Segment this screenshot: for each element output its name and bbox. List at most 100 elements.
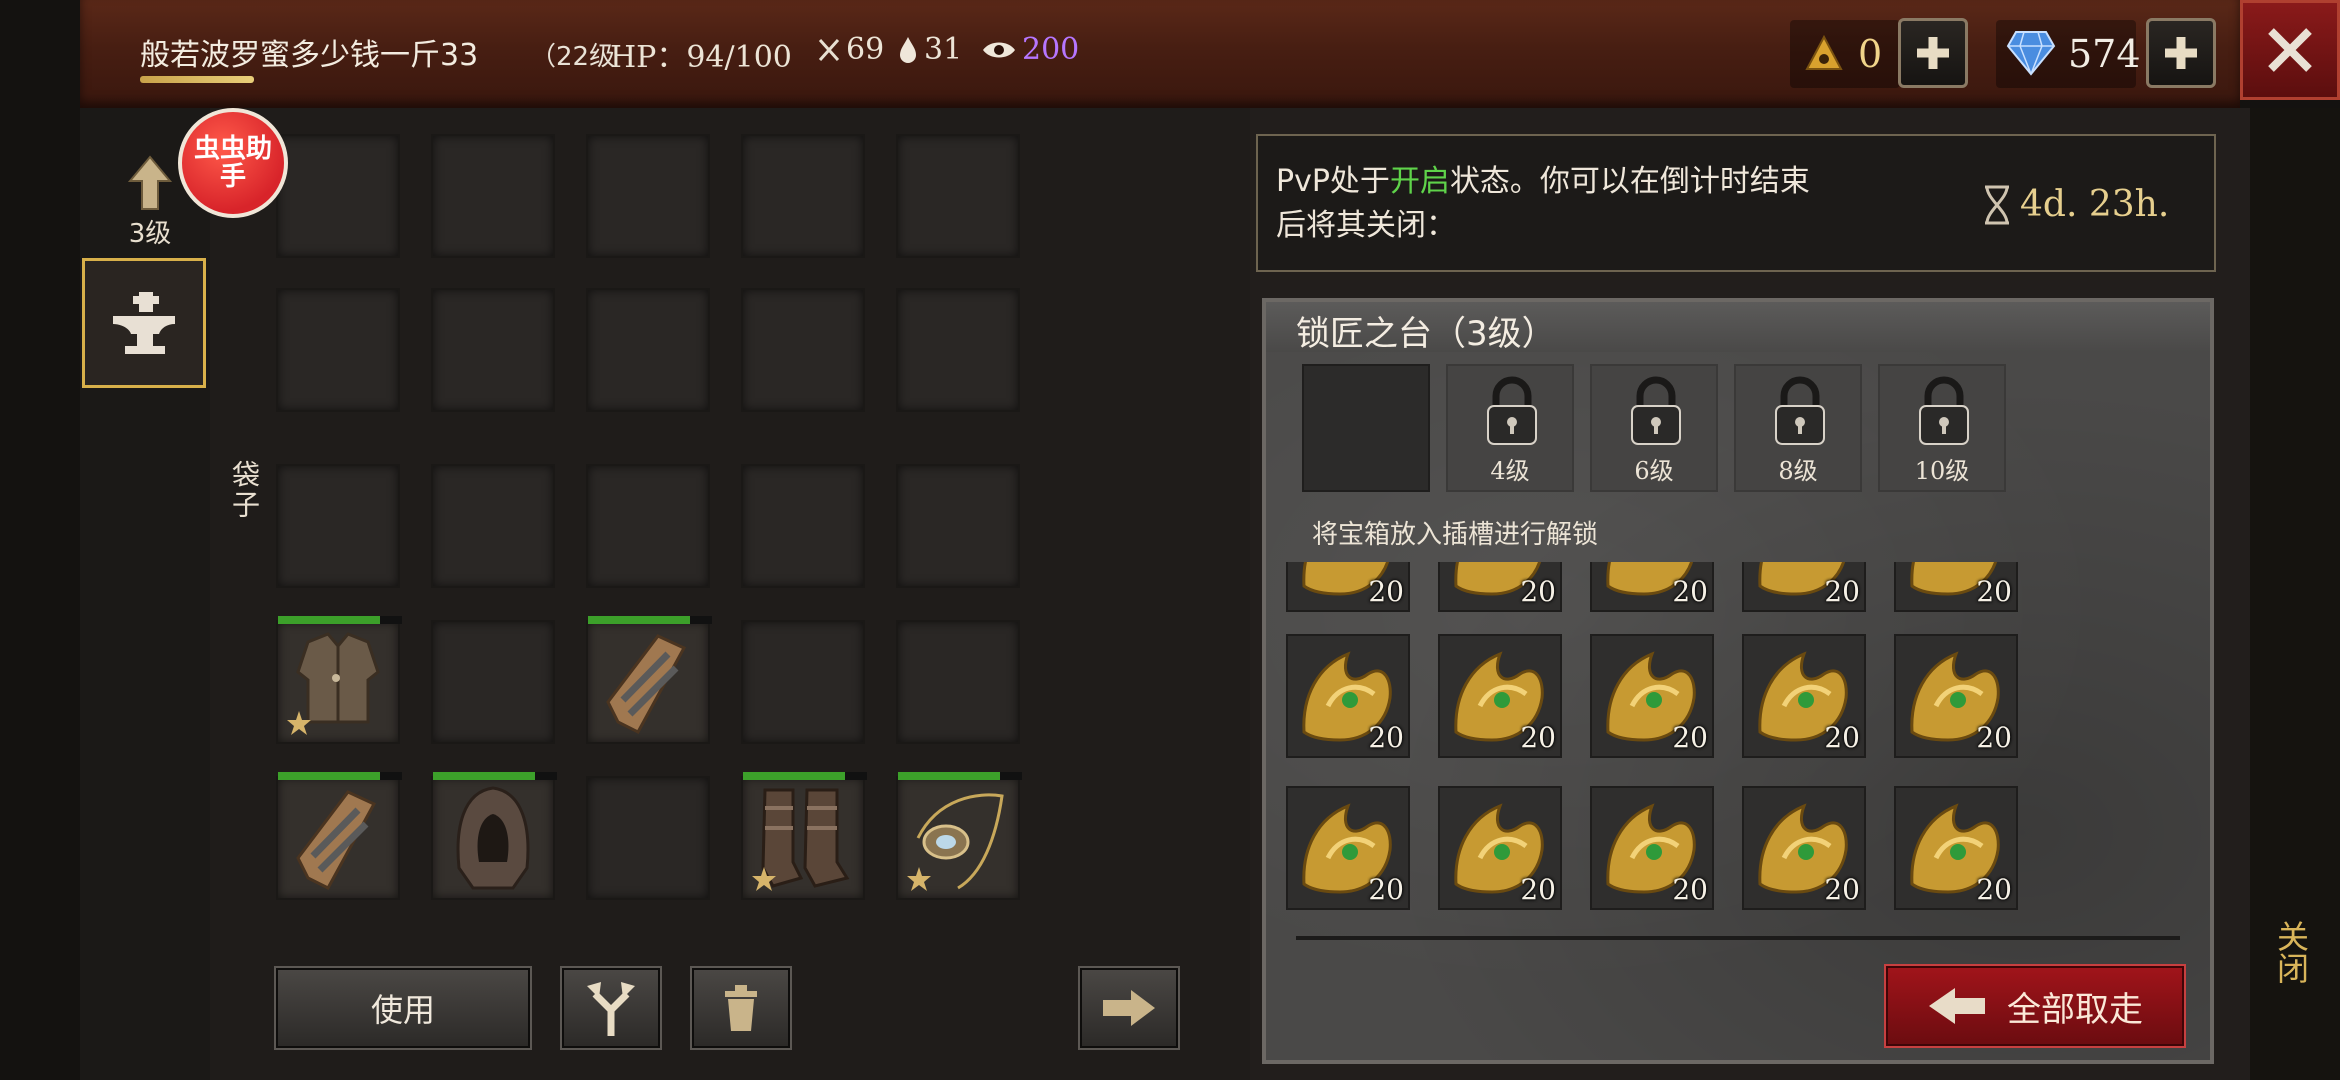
add-triangle-currency-button[interactable] xyxy=(1898,18,1968,88)
arrow-right-icon xyxy=(1103,990,1155,1026)
water-drop-icon xyxy=(900,36,916,63)
inventory-slot-bracer[interactable] xyxy=(276,772,402,900)
hp-value: HP：94/100 xyxy=(610,40,792,75)
transfer-right-button[interactable] xyxy=(1078,966,1180,1050)
player-level: （22级 xyxy=(530,42,616,72)
add-gems-button[interactable] xyxy=(2146,18,2216,88)
inventory-slot[interactable] xyxy=(896,288,1020,412)
inventory-slot[interactable] xyxy=(896,620,1020,744)
unlock-slot-locked[interactable]: 8级 xyxy=(1734,364,1862,492)
pvp-status-text: PvP处于开启状态。你可以在倒计时结束后将其关闭： xyxy=(1276,160,1836,248)
chest-item[interactable]: 20 xyxy=(1590,786,1714,910)
gem-currency-value: 574 xyxy=(2068,32,2141,76)
unlock-level-label: 10级 xyxy=(1914,457,1970,485)
arrow-left-icon xyxy=(1929,988,1985,1024)
unlock-slot-locked[interactable]: 6级 xyxy=(1590,364,1718,492)
plus-icon xyxy=(1917,37,1949,69)
chest-item[interactable]: 20 xyxy=(1286,562,1410,612)
inventory-slot-hood[interactable] xyxy=(431,772,557,900)
chest-item[interactable]: 20 xyxy=(1590,562,1714,612)
helper-badge[interactable]: 虫虫助手 xyxy=(178,108,288,218)
split-button[interactable] xyxy=(560,966,662,1050)
inventory-slot[interactable] xyxy=(741,288,865,412)
take-all-button[interactable]: 全部取走 xyxy=(1884,964,2186,1048)
attack-value: 69 xyxy=(846,32,885,67)
chest-item[interactable]: 20 xyxy=(1438,562,1562,612)
padlock-icon xyxy=(1775,376,1825,445)
chest-count: 20 xyxy=(1824,721,1860,754)
bag-label: 袋子 xyxy=(228,460,261,520)
chest-item[interactable]: 20 xyxy=(1742,634,1866,758)
inventory-slot[interactable] xyxy=(586,288,710,412)
unlock-level-label: 8级 xyxy=(1778,457,1818,485)
inventory-slot-bracer[interactable] xyxy=(586,616,712,744)
eye-icon xyxy=(983,42,1015,57)
delete-button[interactable] xyxy=(690,966,792,1050)
inventory-slot-amulet[interactable] xyxy=(896,772,1022,900)
chest-count: 20 xyxy=(1976,873,2012,906)
gem-icon xyxy=(2006,31,2056,76)
chest-item[interactable]: 20 xyxy=(1894,634,2018,758)
inventory-slot[interactable] xyxy=(741,464,865,588)
pvp-text-before: PvP处于 xyxy=(1276,164,1390,199)
inventory-slot[interactable] xyxy=(741,620,865,744)
inventory-slot[interactable] xyxy=(276,464,400,588)
inventory-slot[interactable] xyxy=(741,134,865,258)
vision-value: 200 xyxy=(1022,32,1080,67)
durability-bar xyxy=(433,772,557,780)
unlock-slot-locked[interactable]: 4级 xyxy=(1446,364,1574,492)
durability-bar xyxy=(278,772,402,780)
inventory-slot[interactable] xyxy=(586,776,710,900)
inventory-slot[interactable] xyxy=(431,288,555,412)
chest-item[interactable]: 20 xyxy=(1742,786,1866,910)
chest-count: 20 xyxy=(1368,873,1404,906)
inventory-slot[interactable] xyxy=(896,464,1020,588)
chest-count: 20 xyxy=(1520,575,1556,608)
chest-count: 20 xyxy=(1824,575,1860,608)
star-icon xyxy=(752,867,776,891)
inventory-slot[interactable] xyxy=(276,134,400,258)
chest-count: 20 xyxy=(1672,873,1708,906)
durability-bar xyxy=(278,616,402,624)
unlock-slot-empty[interactable] xyxy=(1302,364,1430,492)
use-button[interactable]: 使用 xyxy=(274,966,532,1050)
padlock-icon xyxy=(1919,376,1969,445)
trash-icon xyxy=(725,985,757,1031)
inventory-slot[interactable] xyxy=(431,620,555,744)
chest-item[interactable]: 20 xyxy=(1438,634,1562,758)
chest-count: 20 xyxy=(1824,873,1860,906)
inventory-slot[interactable] xyxy=(431,464,555,588)
inventory-slot-boots[interactable] xyxy=(741,772,867,900)
bracer-icon xyxy=(296,790,377,890)
inventory-slot[interactable] xyxy=(431,134,555,258)
unlock-slot-locked[interactable]: 10级 xyxy=(1878,364,2006,492)
chest-item[interactable]: 20 xyxy=(1590,634,1714,758)
anvil-tab[interactable] xyxy=(82,258,206,388)
padlock-icon xyxy=(1487,376,1537,445)
chest-item[interactable]: 20 xyxy=(1894,562,2018,612)
hood-icon xyxy=(456,786,530,890)
upgrade-button[interactable]: 3级 xyxy=(120,155,180,250)
chest-item[interactable]: 20 xyxy=(1742,562,1866,612)
close-side-label[interactable]: 关闭 xyxy=(2268,920,2314,984)
chest-count: 20 xyxy=(1368,575,1404,608)
player-name: 般若波罗蜜多少钱一斤33 xyxy=(140,38,479,73)
chest-item[interactable]: 20 xyxy=(1286,786,1410,910)
inventory-slot[interactable] xyxy=(586,134,710,258)
chest-item[interactable]: 20 xyxy=(1894,786,2018,910)
inventory-slot-armor-vest[interactable] xyxy=(276,616,402,744)
star-icon xyxy=(907,867,931,891)
up-arrow-icon xyxy=(128,155,172,210)
chest-count: 20 xyxy=(1976,575,2012,608)
take-all-label: 全部取走 xyxy=(2007,989,2143,1030)
chest-item[interactable]: 20 xyxy=(1286,634,1410,758)
divider xyxy=(1296,936,2180,940)
inventory-slot[interactable] xyxy=(276,288,400,412)
chest-count: 20 xyxy=(1672,721,1708,754)
inventory-slot[interactable] xyxy=(896,134,1020,258)
chest-item[interactable]: 20 xyxy=(1438,786,1562,910)
chest-count: 20 xyxy=(1976,721,2012,754)
inventory-slot[interactable] xyxy=(586,464,710,588)
close-button[interactable] xyxy=(2240,0,2340,100)
pvp-timer: 4d. 23h. xyxy=(1982,184,2169,225)
